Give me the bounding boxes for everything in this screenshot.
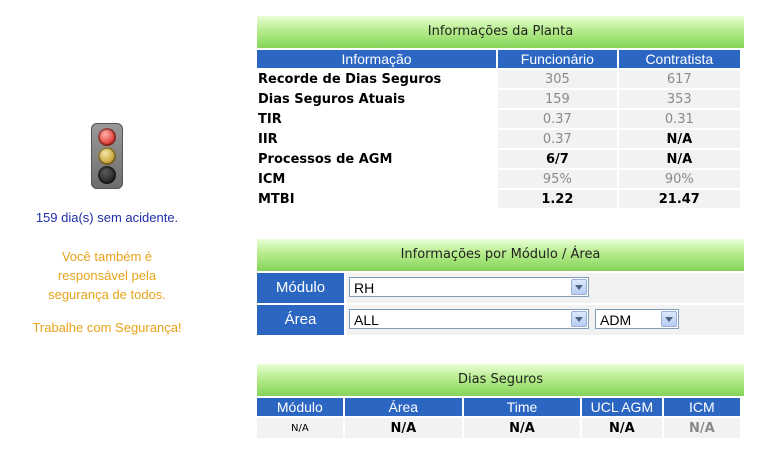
chevron-down-icon[interactable] xyxy=(571,311,587,327)
safety-message-line: segurança de todos. xyxy=(48,287,166,302)
row-label: IIR xyxy=(258,131,278,147)
row-label: Recorde de Dias Seguros xyxy=(258,71,442,87)
yellow-light xyxy=(98,147,116,165)
row-label: MTBI xyxy=(258,191,295,207)
area-select-value: ALL xyxy=(354,312,379,328)
table-row: Processos de AGM 6/7 N/A xyxy=(257,150,740,168)
area-value: N/A xyxy=(344,418,462,438)
contratista-value: N/A xyxy=(618,130,740,148)
area-select[interactable]: ALL xyxy=(349,309,589,329)
funcionario-value: 1.22 xyxy=(498,190,617,208)
area-select-area: ALL ADM xyxy=(346,305,744,335)
plant-info-title: Informações da Planta xyxy=(257,16,744,48)
ucl-agm-value: N/A xyxy=(582,418,662,438)
plant-info-table: Informação Funcionário Contratista Recor… xyxy=(255,48,742,210)
funcionario-value: 159 xyxy=(498,90,617,108)
column-header-contratista: Contratista xyxy=(618,50,740,68)
column-header-ucl-agm: UCL AGM xyxy=(582,398,662,416)
funcionario-value: 6/7 xyxy=(498,150,617,168)
contratista-value: N/A xyxy=(618,150,740,168)
funcionario-value: 0.37 xyxy=(498,110,617,128)
contratista-value: 353 xyxy=(618,90,740,108)
time-value: N/A xyxy=(463,418,581,438)
contratista-value: 617 xyxy=(618,70,740,88)
column-header-area: Área xyxy=(344,398,462,416)
table-row: ICM 95% 90% xyxy=(257,170,740,188)
icm-value: N/A xyxy=(663,418,740,438)
table-row: N/A N/A N/A N/A N/A xyxy=(257,418,740,438)
safe-days-panel: Dias Seguros Módulo Área Time UCL AGM IC… xyxy=(257,364,744,438)
funcionario-value: 95% xyxy=(498,170,617,188)
contratista-value: 90% xyxy=(618,170,740,188)
module-label: Módulo xyxy=(257,273,344,303)
work-safe-message: Trabalhe com Segurança! xyxy=(32,320,182,335)
module-select[interactable]: RH xyxy=(349,277,589,297)
safety-message-line: Você também é xyxy=(61,249,153,264)
row-label: Dias Seguros Atuais xyxy=(258,91,406,107)
row-label: ICM xyxy=(258,171,286,187)
traffic-light-icon xyxy=(91,123,123,189)
area-label: Área xyxy=(257,305,344,335)
sub-area-select-value: ADM xyxy=(600,312,632,328)
column-header-modulo: Módulo xyxy=(257,398,343,416)
sub-area-select[interactable]: ADM xyxy=(595,309,679,329)
module-area-title: Informações por Módulo / Área xyxy=(257,239,744,271)
table-row: MTBI 1.22 21.47 xyxy=(257,190,740,208)
row-label: TIR xyxy=(258,111,282,127)
plant-info-panel: Informações da Planta Informação Funcion… xyxy=(257,16,744,208)
table-row: Recorde de Dias Seguros 305 617 xyxy=(257,70,740,88)
chevron-down-icon[interactable] xyxy=(661,311,677,327)
contratista-value: 21.47 xyxy=(618,190,740,208)
row-label: Processos de AGM xyxy=(258,151,393,167)
column-header-funcionario: Funcionário xyxy=(498,50,617,68)
column-header-icm: ICM xyxy=(663,398,740,416)
modulo-value: N/A xyxy=(257,418,343,438)
column-header-time: Time xyxy=(463,398,581,416)
safety-message: Você também é responsável pela segurança… xyxy=(0,247,214,304)
table-row: TIR 0.37 0.31 xyxy=(257,110,740,128)
column-header-informacao: Informação xyxy=(257,50,497,68)
module-select-area: RH xyxy=(346,273,744,303)
green-light xyxy=(98,166,116,184)
safe-days-title: Dias Seguros xyxy=(257,364,744,396)
chevron-down-icon[interactable] xyxy=(571,279,587,295)
red-light xyxy=(98,128,116,146)
funcionario-value: 0.37 xyxy=(498,130,617,148)
funcionario-value: 305 xyxy=(498,70,617,88)
safe-days-table: Módulo Área Time UCL AGM ICM N/A N/A N/A… xyxy=(255,396,742,440)
contratista-value: 0.31 xyxy=(618,110,740,128)
module-area-panel: Informações por Módulo / Área Módulo RH … xyxy=(257,239,744,335)
table-row: Dias Seguros Atuais 159 353 xyxy=(257,90,740,108)
safety-message-line: responsável pela xyxy=(57,268,157,283)
module-select-value: RH xyxy=(354,280,375,296)
table-row: IIR 0.37 N/A xyxy=(257,130,740,148)
days-without-accident: 159 dia(s) sem acidente. xyxy=(35,210,179,225)
